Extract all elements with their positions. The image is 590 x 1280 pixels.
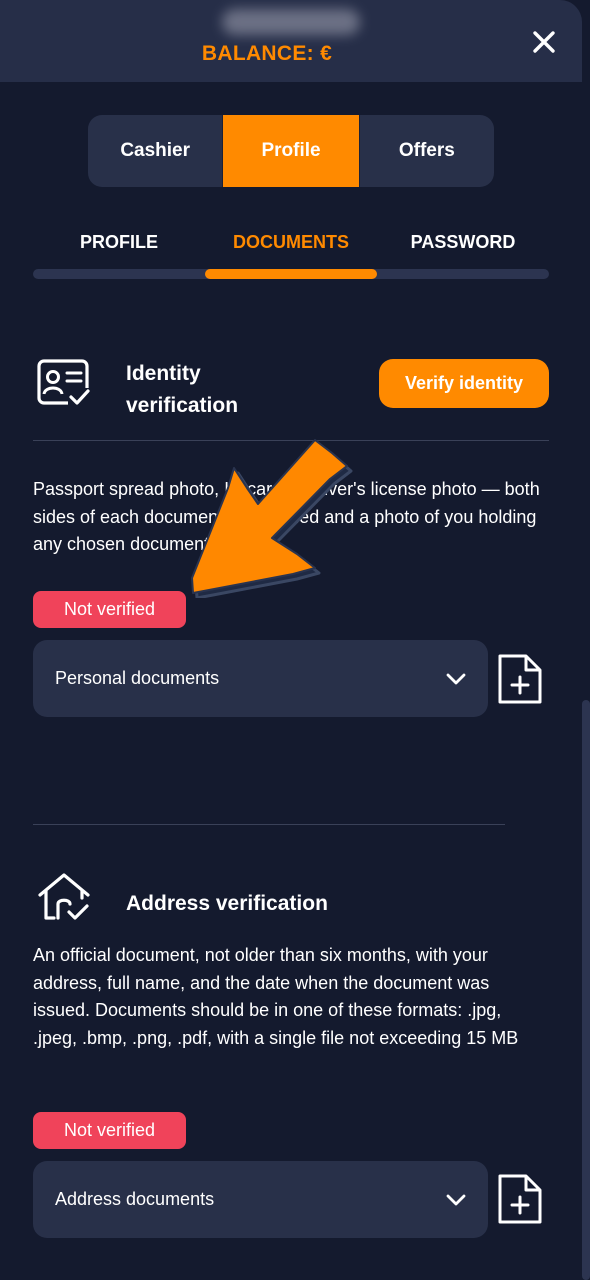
divider: [33, 440, 549, 441]
file-plus-icon[interactable]: [497, 653, 543, 705]
home-check-icon: [38, 873, 90, 920]
address-description: An official document, not older than six…: [33, 945, 519, 1048]
header-bar: BALANCE: €: [0, 0, 582, 82]
identity-title-line2: verification: [126, 394, 239, 417]
tab-offers[interactable]: Offers: [360, 115, 494, 187]
chevron-down-icon: [446, 1194, 466, 1206]
divider: [33, 824, 505, 825]
tab-cashier[interactable]: Cashier: [88, 115, 222, 187]
close-icon[interactable]: [528, 26, 560, 58]
sub-tabs: PROFILE DOCUMENTS PASSWORD: [33, 232, 549, 253]
address-status-badge: Not verified: [33, 1112, 186, 1149]
personal-documents-select[interactable]: Personal documents: [33, 640, 488, 717]
main-tabs: Cashier Profile Offers: [88, 115, 494, 187]
chevron-down-icon: [446, 673, 466, 685]
select-value: Address documents: [55, 1189, 215, 1209]
identity-description: Passport spread photo, ID card or driver…: [33, 479, 540, 554]
subtab-profile[interactable]: PROFILE: [33, 232, 205, 253]
id-card-check-icon: [37, 359, 90, 408]
identity-title: Identity verification: [126, 358, 238, 422]
blurred-username: [222, 9, 360, 35]
identity-title-line1: Identity: [126, 362, 201, 385]
scrollbar-thumb[interactable]: [582, 700, 590, 1280]
identity-status-badge: Not verified: [33, 591, 186, 628]
subtab-documents[interactable]: DOCUMENTS: [205, 232, 377, 253]
subtab-active-indicator: [205, 269, 377, 279]
subtab-password[interactable]: PASSWORD: [377, 232, 549, 253]
address-title: Address verification: [126, 892, 328, 915]
verify-identity-button[interactable]: Verify identity: [379, 359, 549, 408]
balance-label: BALANCE: €: [201, 42, 333, 65]
tab-profile[interactable]: Profile: [223, 115, 359, 187]
select-value: Personal documents: [55, 668, 220, 688]
address-documents-select[interactable]: Address documents: [33, 1161, 488, 1238]
file-plus-icon[interactable]: [497, 1173, 543, 1225]
